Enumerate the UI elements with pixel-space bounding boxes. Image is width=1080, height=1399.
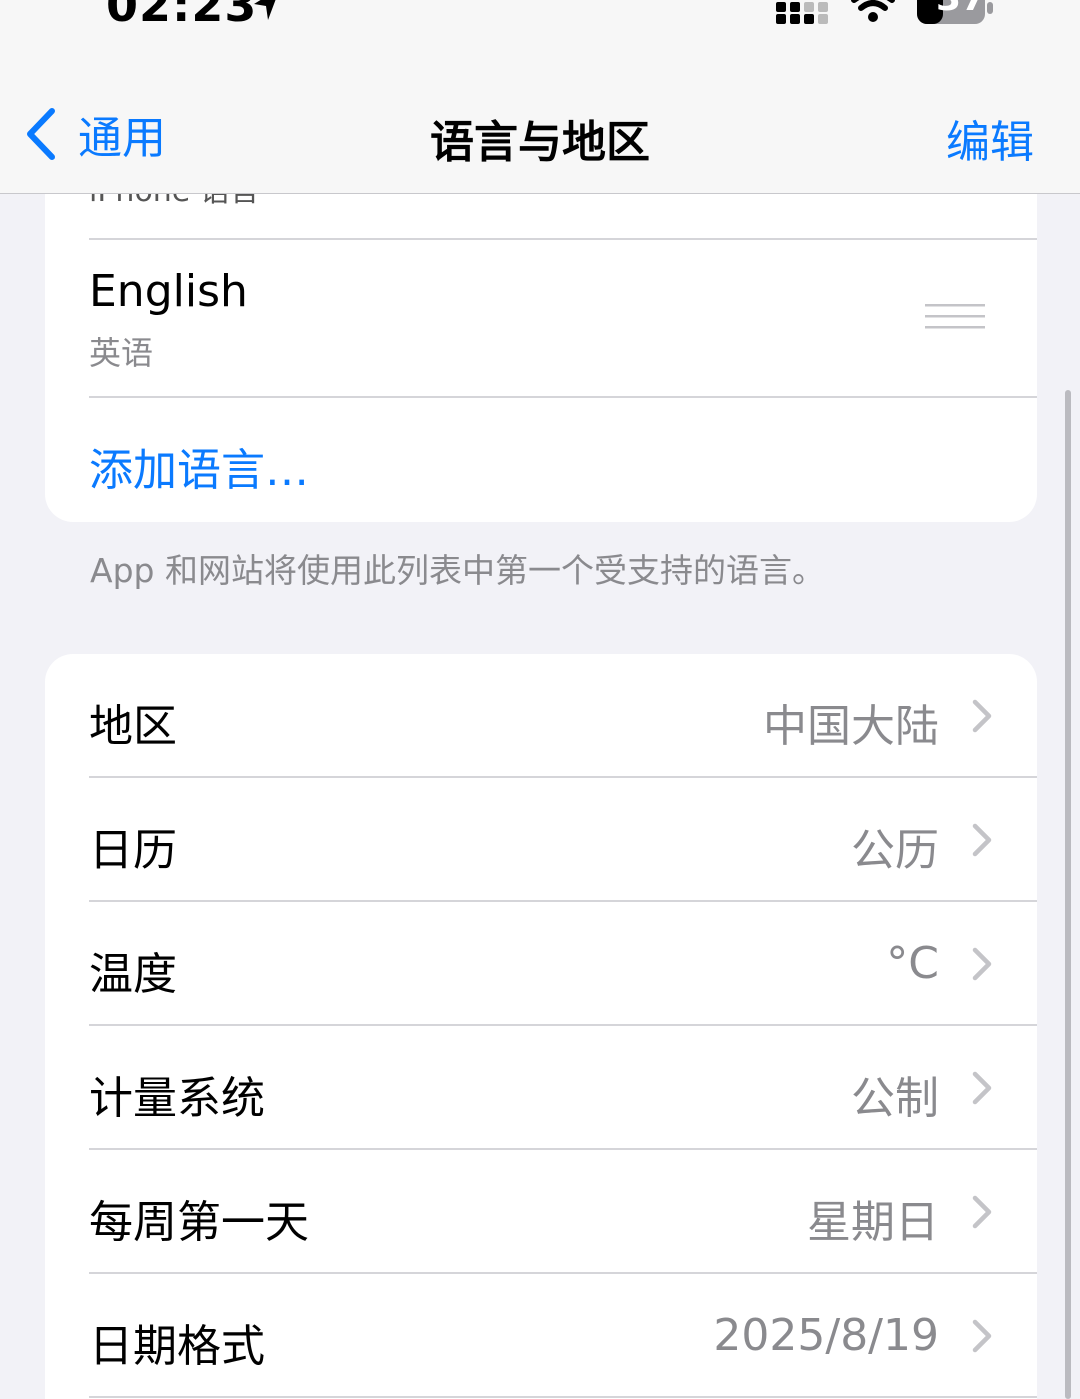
chevron-right-icon xyxy=(972,1195,992,1229)
temperature-row[interactable]: 温度 °C xyxy=(45,902,1037,1026)
row-value: °C xyxy=(886,938,939,989)
row-value: 公制 xyxy=(851,1073,939,1124)
row-label: 温度 xyxy=(89,949,177,1000)
location-arrow-icon xyxy=(254,0,276,20)
region-row[interactable]: 地区 中国大陆 xyxy=(45,654,1037,778)
status-time: 02:23 xyxy=(106,0,258,32)
separator xyxy=(89,396,1037,398)
preferred-languages-list: iPhone 语言 English 英语 添加语言… xyxy=(45,150,1037,522)
wifi-icon xyxy=(851,0,895,22)
first-day-of-week-row[interactable]: 每周第一天 星期日 xyxy=(45,1150,1037,1274)
separator xyxy=(89,238,1037,240)
row-value: 2025/8/19 xyxy=(713,1310,939,1361)
language-footer-note: App 和网站将使用此列表中第一个受支持的语言。 xyxy=(90,551,825,590)
calendar-row[interactable]: 日历 公历 xyxy=(45,778,1037,902)
chevron-right-icon xyxy=(972,1319,992,1353)
row-value: 星期日 xyxy=(807,1197,939,1248)
scroll-indicator xyxy=(1065,390,1071,1399)
row-label: 地区 xyxy=(89,701,177,752)
language-subtitle: 英语 xyxy=(89,334,154,372)
status-bar: 02:23 37 xyxy=(0,0,1080,40)
chevron-right-icon xyxy=(972,1071,992,1105)
row-value: 公历 xyxy=(851,825,939,876)
row-value: 中国大陆 xyxy=(763,701,939,752)
edit-button[interactable]: 编辑 xyxy=(946,106,1034,170)
measurement-system-row[interactable]: 计量系统 公制 xyxy=(45,1026,1037,1150)
add-language-button[interactable]: 添加语言… xyxy=(89,434,309,498)
row-label: 日历 xyxy=(89,825,177,876)
row-label: 每周第一天 xyxy=(89,1197,309,1248)
row-label: 计量系统 xyxy=(89,1073,265,1124)
chevron-right-icon xyxy=(972,947,992,981)
separator xyxy=(89,1396,1037,1398)
chevron-right-icon xyxy=(972,823,992,857)
battery-level: 37 xyxy=(936,0,986,19)
page-title: 语言与地区 xyxy=(430,117,650,168)
date-format-row[interactable]: 日期格式 2025/8/19 xyxy=(45,1274,1037,1398)
row-label: 日期格式 xyxy=(89,1321,265,1372)
region-settings-list: 地区 中国大陆 日历 公历 温度 °C 计量系统 公制 每周第一天 星期日 日期… xyxy=(45,654,1037,1399)
reorder-handle-icon[interactable] xyxy=(925,300,987,334)
navigation-bar: 通用 语言与地区 编辑 xyxy=(0,40,1080,194)
cellular-signal-icon xyxy=(776,2,828,24)
chevron-right-icon xyxy=(972,699,992,733)
language-title: English xyxy=(89,266,248,317)
